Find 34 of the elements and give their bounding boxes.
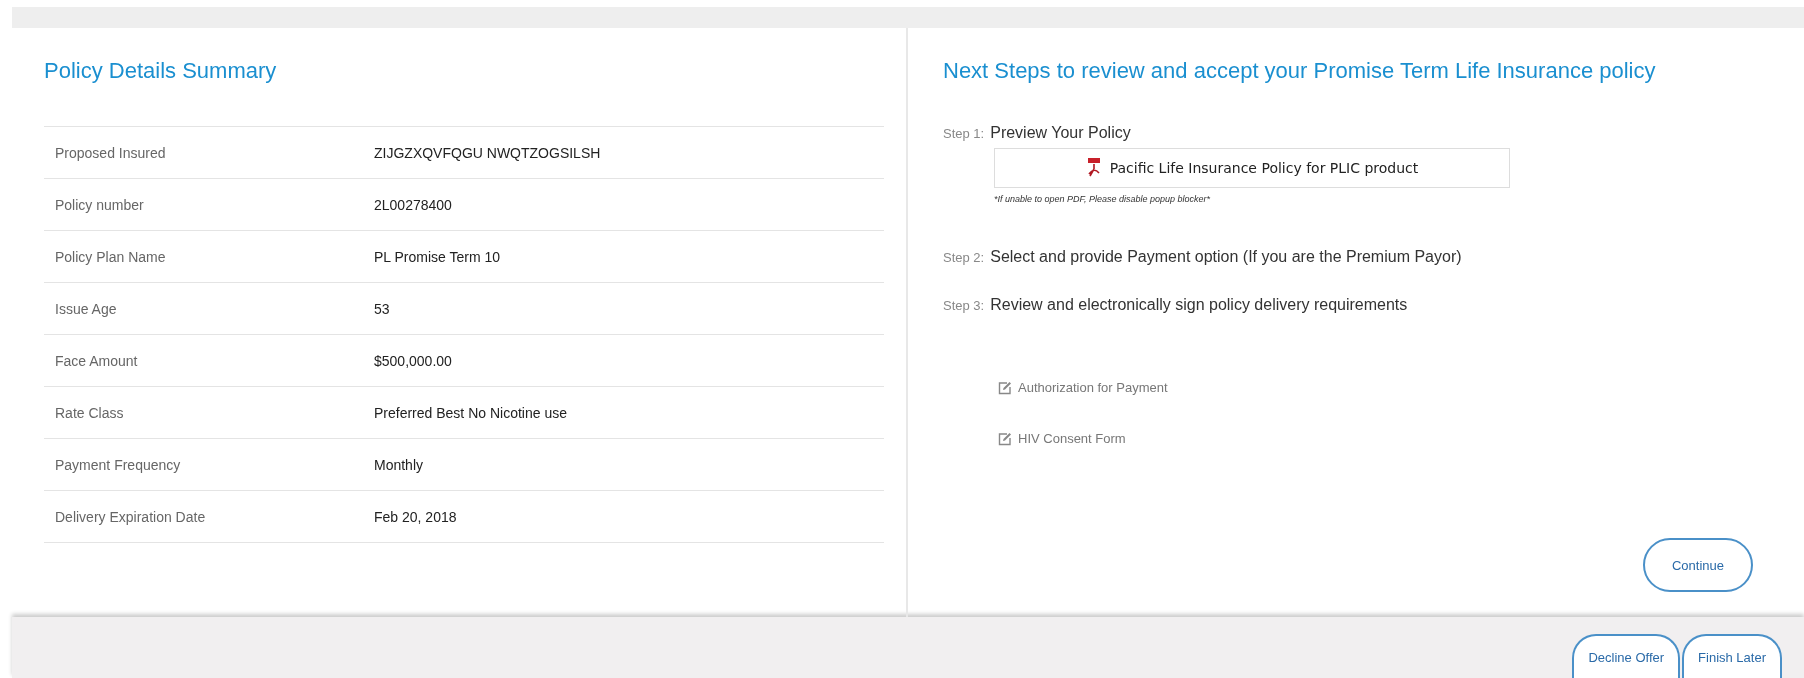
field-value: $500,000.00 xyxy=(374,352,453,369)
footer-button[interactable]: Decline Offer xyxy=(1572,634,1681,678)
pdf-link-button[interactable]: Pacific Life Insurance Policy for PLIC product xyxy=(994,148,1510,188)
edit-icon xyxy=(998,380,1012,395)
field-value: Preferred Best No Nicotine use xyxy=(374,404,568,421)
pdf-icon xyxy=(1085,158,1102,178)
step-text: Preview Your Policy xyxy=(990,124,1131,142)
continue-button[interactable]: Continue xyxy=(1643,538,1753,592)
section-title: Next Steps to review and accept your Promise Term Life Insurance policy xyxy=(943,58,1657,84)
field-label: Issue Age xyxy=(55,300,118,317)
step-label: Step 3: xyxy=(943,298,985,313)
field-label: Policy Plan Name xyxy=(55,248,167,265)
edit-icon xyxy=(998,431,1012,446)
step-text: Review and electronically sign policy delivery requirements xyxy=(990,296,1408,314)
step-label: Step 1: xyxy=(943,126,985,141)
field-label: Policy number xyxy=(55,196,145,213)
requirement-link[interactable]: HIV Consent Form xyxy=(1018,431,1126,446)
field-label: Rate Class xyxy=(55,404,125,421)
field-value: Monthly xyxy=(374,456,425,473)
footer-button[interactable]: Finish Later xyxy=(1682,634,1782,678)
field-value: ZIJGZXQVFQGU NWQTZOGSILSH xyxy=(374,144,602,161)
popup-note: *If unable to open PDF, Please disable popup blocker* xyxy=(994,194,1211,204)
field-value: 2L00278400 xyxy=(374,196,453,213)
field-label: Payment Frequency xyxy=(55,456,182,473)
field-label: Proposed Insured xyxy=(55,144,167,161)
section-title: Policy Details Summary xyxy=(44,58,278,84)
field-value: 53 xyxy=(374,300,391,317)
field-label: Delivery Expiration Date xyxy=(55,508,207,525)
field-label: Face Amount xyxy=(55,352,139,369)
field-value: Feb 20, 2018 xyxy=(374,508,458,525)
requirement-link[interactable]: Authorization for Payment xyxy=(1018,380,1168,395)
step-label: Step 2: xyxy=(943,250,985,265)
step-text: Select and provide Payment option (If you are the Premium Payor) xyxy=(990,248,1462,266)
field-value: PL Promise Term 10 xyxy=(374,248,502,265)
